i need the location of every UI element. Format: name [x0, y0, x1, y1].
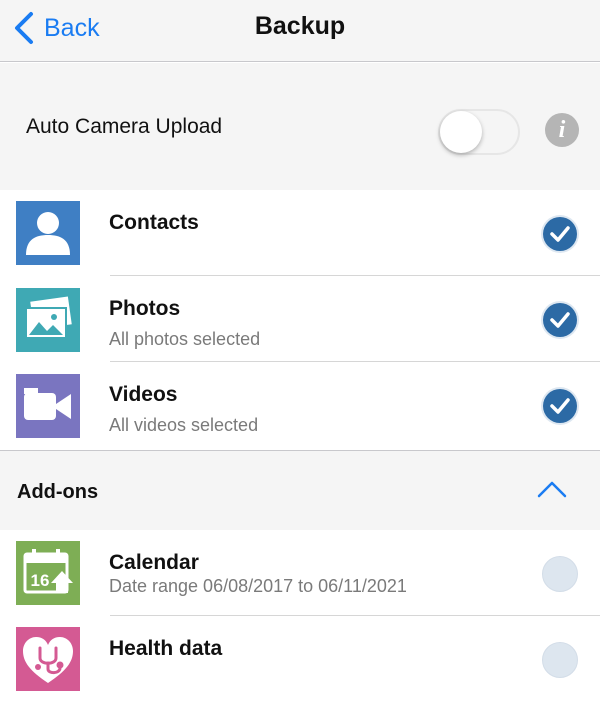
backup-item-subtitle: All photos selected	[109, 329, 261, 349]
checkmark-icon	[550, 312, 570, 328]
contacts-checkbox[interactable]	[543, 217, 577, 251]
auto-camera-upload-label: Auto Camera Upload	[26, 115, 223, 138]
calendar-icon: 16	[16, 541, 80, 605]
checkmark-icon	[550, 226, 570, 242]
health-data-checkbox[interactable]	[542, 642, 578, 678]
backup-item-title: Videos	[109, 383, 178, 406]
backup-item-photos[interactable]: Photos All photos selected	[0, 276, 600, 362]
addon-item-health-data[interactable]: Health data	[0, 616, 600, 702]
toggle-knob	[440, 111, 482, 153]
contacts-icon	[16, 201, 80, 265]
calendar-day: 16	[31, 571, 50, 590]
page-title: Backup	[254, 12, 346, 40]
photos-checkbox[interactable]	[543, 303, 577, 337]
addon-item-calendar[interactable]: 16 Calendar Date range 06/08/2017 to 06/…	[0, 530, 600, 616]
photos-icon	[16, 288, 80, 352]
checkmark-icon	[550, 398, 570, 414]
auto-camera-upload-toggle[interactable]	[438, 109, 520, 155]
addons-section-header[interactable]: Add-ons	[0, 450, 600, 530]
backup-item-title: Contacts	[109, 211, 199, 234]
navigation-bar: Back Backup	[0, 0, 600, 62]
videos-checkbox[interactable]	[543, 389, 577, 423]
addon-item-subtitle: Date range 06/08/2017 to 06/11/2021	[109, 576, 407, 596]
backup-item-subtitle: All videos selected	[109, 415, 259, 435]
info-icon[interactable]: i	[545, 113, 579, 147]
addon-item-title: Health data	[109, 637, 223, 660]
backup-item-title: Photos	[109, 297, 181, 320]
backup-item-videos[interactable]: Videos All videos selected	[0, 362, 600, 448]
calendar-checkbox[interactable]	[542, 556, 578, 592]
videos-icon	[16, 374, 80, 438]
health-icon	[16, 627, 80, 691]
auto-camera-upload-row: Auto Camera Upload i	[0, 63, 600, 190]
addons-label: Add-ons	[17, 481, 99, 503]
chevron-up-icon[interactable]	[536, 477, 568, 501]
backup-item-contacts[interactable]: Contacts	[0, 190, 600, 276]
addon-item-title: Calendar	[109, 551, 199, 574]
